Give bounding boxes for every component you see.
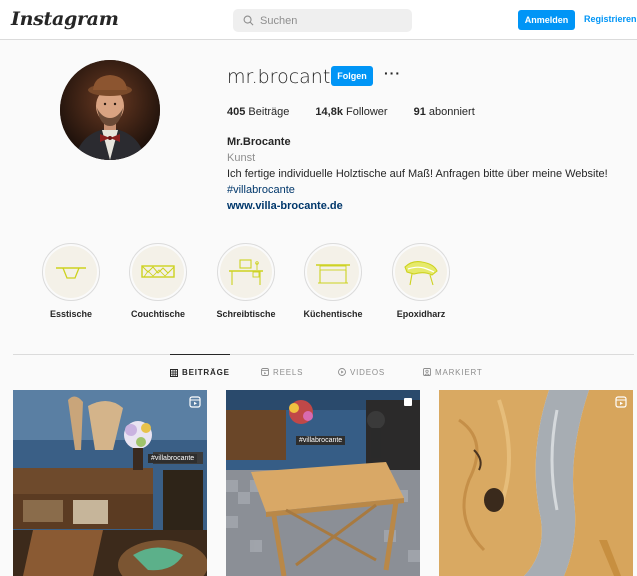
bio-website-link[interactable]: www.villa-brocante.de [227, 198, 608, 214]
post-thumbnail-3[interactable] [439, 390, 633, 576]
tab-posts[interactable]: BEITRÄGE [170, 354, 230, 390]
top-nav-bar: Instagram Anmelden Registrieren [0, 0, 637, 40]
profile-username: mr.brocante [227, 66, 342, 88]
dining-table-icon [56, 267, 86, 279]
highlight-kuechentische[interactable]: Küchentische [293, 243, 373, 319]
reels-icon [261, 368, 269, 376]
search-box[interactable] [233, 9, 412, 32]
bio-category: Kunst [227, 152, 256, 164]
profile-bio: Mr.Brocante Kunst Ich fertige individuel… [227, 134, 608, 214]
highlight-epoxidharz[interactable]: Epoxidharz [381, 243, 461, 319]
post-thumbnail-2[interactable]: #villabrocante [226, 390, 420, 576]
epoxy-table-icon [404, 261, 438, 286]
bio-text: Ich fertige individuelle Holztische auf … [227, 168, 608, 180]
tab-tagged[interactable]: MARKIERT [423, 354, 483, 390]
play-icon [338, 368, 346, 376]
login-button[interactable]: Anmelden [518, 10, 575, 30]
tagged-icon [423, 368, 431, 376]
highlight-label: Küchentische [303, 309, 363, 319]
highlight-couchtische[interactable]: Couchtische [118, 243, 198, 319]
posts-count: 405 Beiträge [227, 106, 290, 118]
highlight-label: Epoxidharz [396, 309, 446, 319]
following-count[interactable]: 91 abonniert [414, 106, 475, 118]
bio-name: Mr.Brocante [227, 136, 291, 148]
desk-icon [229, 259, 263, 285]
followers-count[interactable]: 14,8k Follower [315, 106, 387, 118]
post-sign-text: #villabrocante [148, 454, 198, 463]
post-thumbnail-1[interactable]: #villabrocante [13, 390, 207, 576]
more-options-icon[interactable]: ··· [384, 65, 401, 81]
profile-avatar[interactable] [60, 60, 160, 160]
search-input[interactable] [260, 14, 400, 27]
profile-stats: 405 Beiträge 14,8k Follower 91 abonniert [227, 106, 501, 118]
register-link[interactable]: Registrieren [584, 14, 637, 24]
highlight-label: Esstische [49, 309, 93, 319]
tabs-divider [13, 354, 634, 355]
highlight-esstische[interactable]: Esstische [31, 243, 111, 319]
highlight-label: Schreibtische [216, 309, 276, 319]
instagram-logo[interactable]: Instagram [11, 8, 119, 30]
post-sign-text: #villabrocante [296, 436, 346, 445]
search-icon [243, 15, 254, 26]
reel-icon [615, 396, 627, 408]
tab-reels[interactable]: REELS [261, 354, 303, 390]
reel-icon [189, 396, 201, 408]
follow-button[interactable]: Folgen [331, 66, 373, 86]
highlight-schreibtische[interactable]: Schreibtische [206, 243, 286, 319]
coffee-table-icon [141, 265, 175, 278]
kitchen-table-icon [316, 264, 350, 284]
tab-videos[interactable]: VIDEOS [338, 354, 385, 390]
carousel-icon [404, 398, 412, 406]
bio-hashtag[interactable]: #villabrocante [227, 182, 608, 198]
grid-icon [170, 368, 178, 377]
highlight-label: Couchtische [130, 309, 185, 319]
